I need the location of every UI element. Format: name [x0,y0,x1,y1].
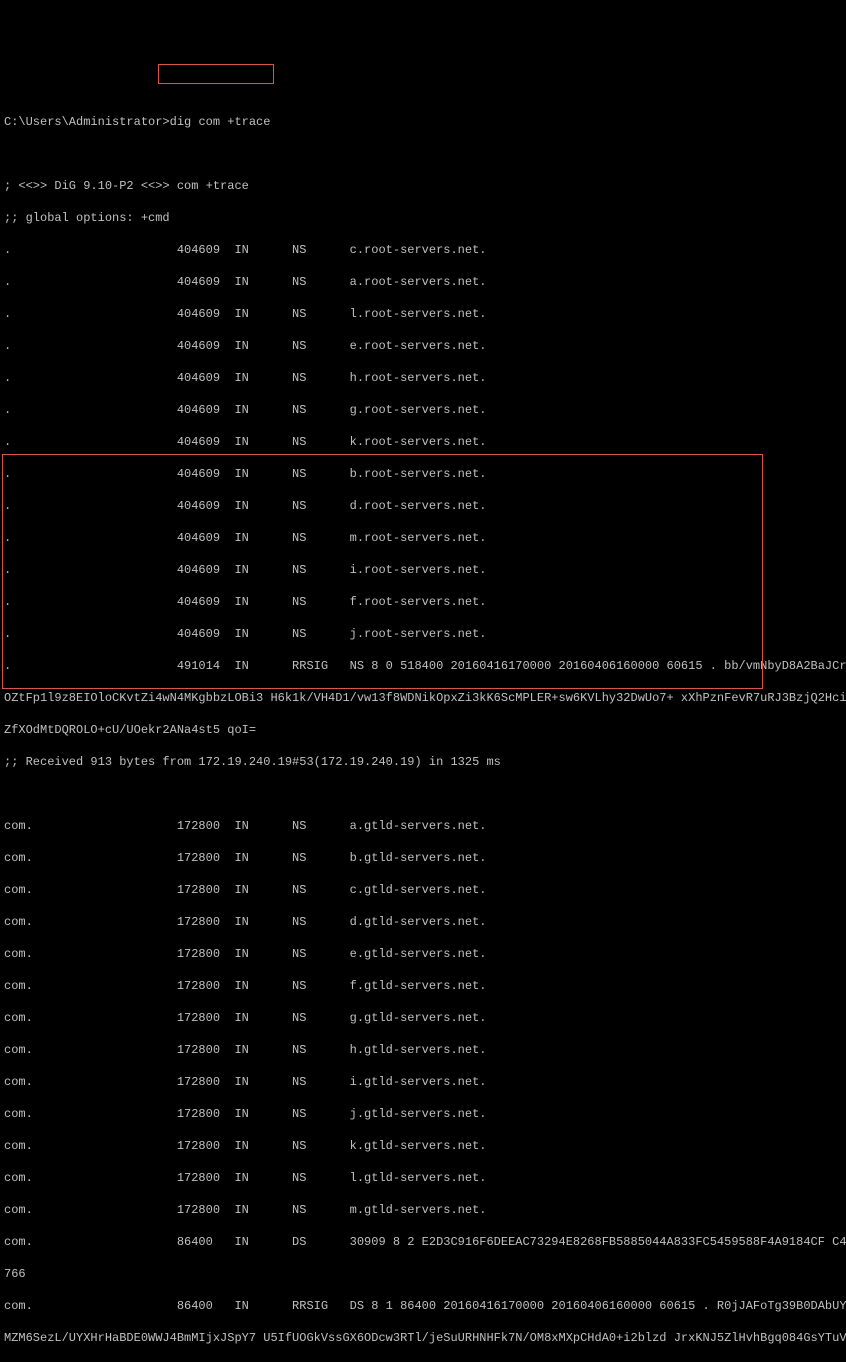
root-ns-record: . 404609 IN NS f.root-servers.net. [4,594,846,610]
com-ns-record: com. 172800 IN NS m.gtld-servers.net. [4,1202,846,1218]
root-ns-record: . 404609 IN NS a.root-servers.net. [4,274,846,290]
root-ns-record: . 404609 IN NS c.root-servers.net. [4,242,846,258]
dig-header: ; <<>> DiG 9.10-P2 <<>> com +trace [4,178,846,194]
com-rrsig: com. 86400 IN RRSIG DS 8 1 86400 2016041… [4,1298,846,1314]
com-ns-record: com. 172800 IN NS e.gtld-servers.net. [4,946,846,962]
blank [4,146,846,162]
com-ns-record: com. 172800 IN NS k.gtld-servers.net. [4,1138,846,1154]
root-ns-record: . 404609 IN NS b.root-servers.net. [4,466,846,482]
terminal-output[interactable]: C:\Users\Administrator>dig com +trace ; … [0,64,846,1362]
com-ns-record: com. 172800 IN NS f.gtld-servers.net. [4,978,846,994]
root-ns-record: . 404609 IN NS m.root-servers.net. [4,530,846,546]
root-rrsig-cont: OZtFp1l9z8EIOloCKvtZi4wN4MKgbbzLOBi3 H6k… [4,690,846,706]
com-ns-record: com. 172800 IN NS h.gtld-servers.net. [4,1042,846,1058]
root-ns-record: . 404609 IN NS g.root-servers.net. [4,402,846,418]
com-ns-record: com. 172800 IN NS g.gtld-servers.net. [4,1010,846,1026]
com-ns-record: com. 172800 IN NS d.gtld-servers.net. [4,914,846,930]
command-text: dig com +trace [170,115,271,129]
root-ns-record: . 404609 IN NS k.root-servers.net. [4,434,846,450]
root-rrsig: . 491014 IN RRSIG NS 8 0 518400 20160416… [4,658,846,674]
root-ns-record: . 404609 IN NS h.root-servers.net. [4,370,846,386]
root-ns-record: . 404609 IN NS i.root-servers.net. [4,562,846,578]
com-ns-record: com. 172800 IN NS j.gtld-servers.net. [4,1106,846,1122]
com-ns-record: com. 172800 IN NS b.gtld-servers.net. [4,850,846,866]
root-rrsig-cont: ZfXOdMtDQROLO+cU/UOekr2ANa4st5 qoI= [4,722,846,738]
com-ns-record: com. 172800 IN NS i.gtld-servers.net. [4,1074,846,1090]
blank [4,786,846,802]
received-line: ;; Received 913 bytes from 172.19.240.19… [4,754,846,770]
root-ns-record: . 404609 IN NS d.root-servers.net. [4,498,846,514]
root-ns-record: . 404609 IN NS l.root-servers.net. [4,306,846,322]
com-ns-record: com. 172800 IN NS l.gtld-servers.net. [4,1170,846,1186]
root-ns-record: . 404609 IN NS j.root-servers.net. [4,626,846,642]
prompt-path: C:\Users\Administrator> [4,115,170,129]
com-ds-cont: 766 [4,1266,846,1282]
dig-options: ;; global options: +cmd [4,210,846,226]
com-rrsig-cont: MZM6SezL/UYXHrHaBDE0WWJ4BmMIjxJSpY7 U5If… [4,1330,846,1346]
highlight-command-box [158,64,274,84]
com-ns-record: com. 172800 IN NS c.gtld-servers.net. [4,882,846,898]
com-ns-record: com. 172800 IN NS a.gtld-servers.net. [4,818,846,834]
com-ds-record: com. 86400 IN DS 30909 8 2 E2D3C916F6DEE… [4,1234,846,1250]
prompt-line: C:\Users\Administrator>dig com +trace [4,114,846,130]
root-ns-record: . 404609 IN NS e.root-servers.net. [4,338,846,354]
